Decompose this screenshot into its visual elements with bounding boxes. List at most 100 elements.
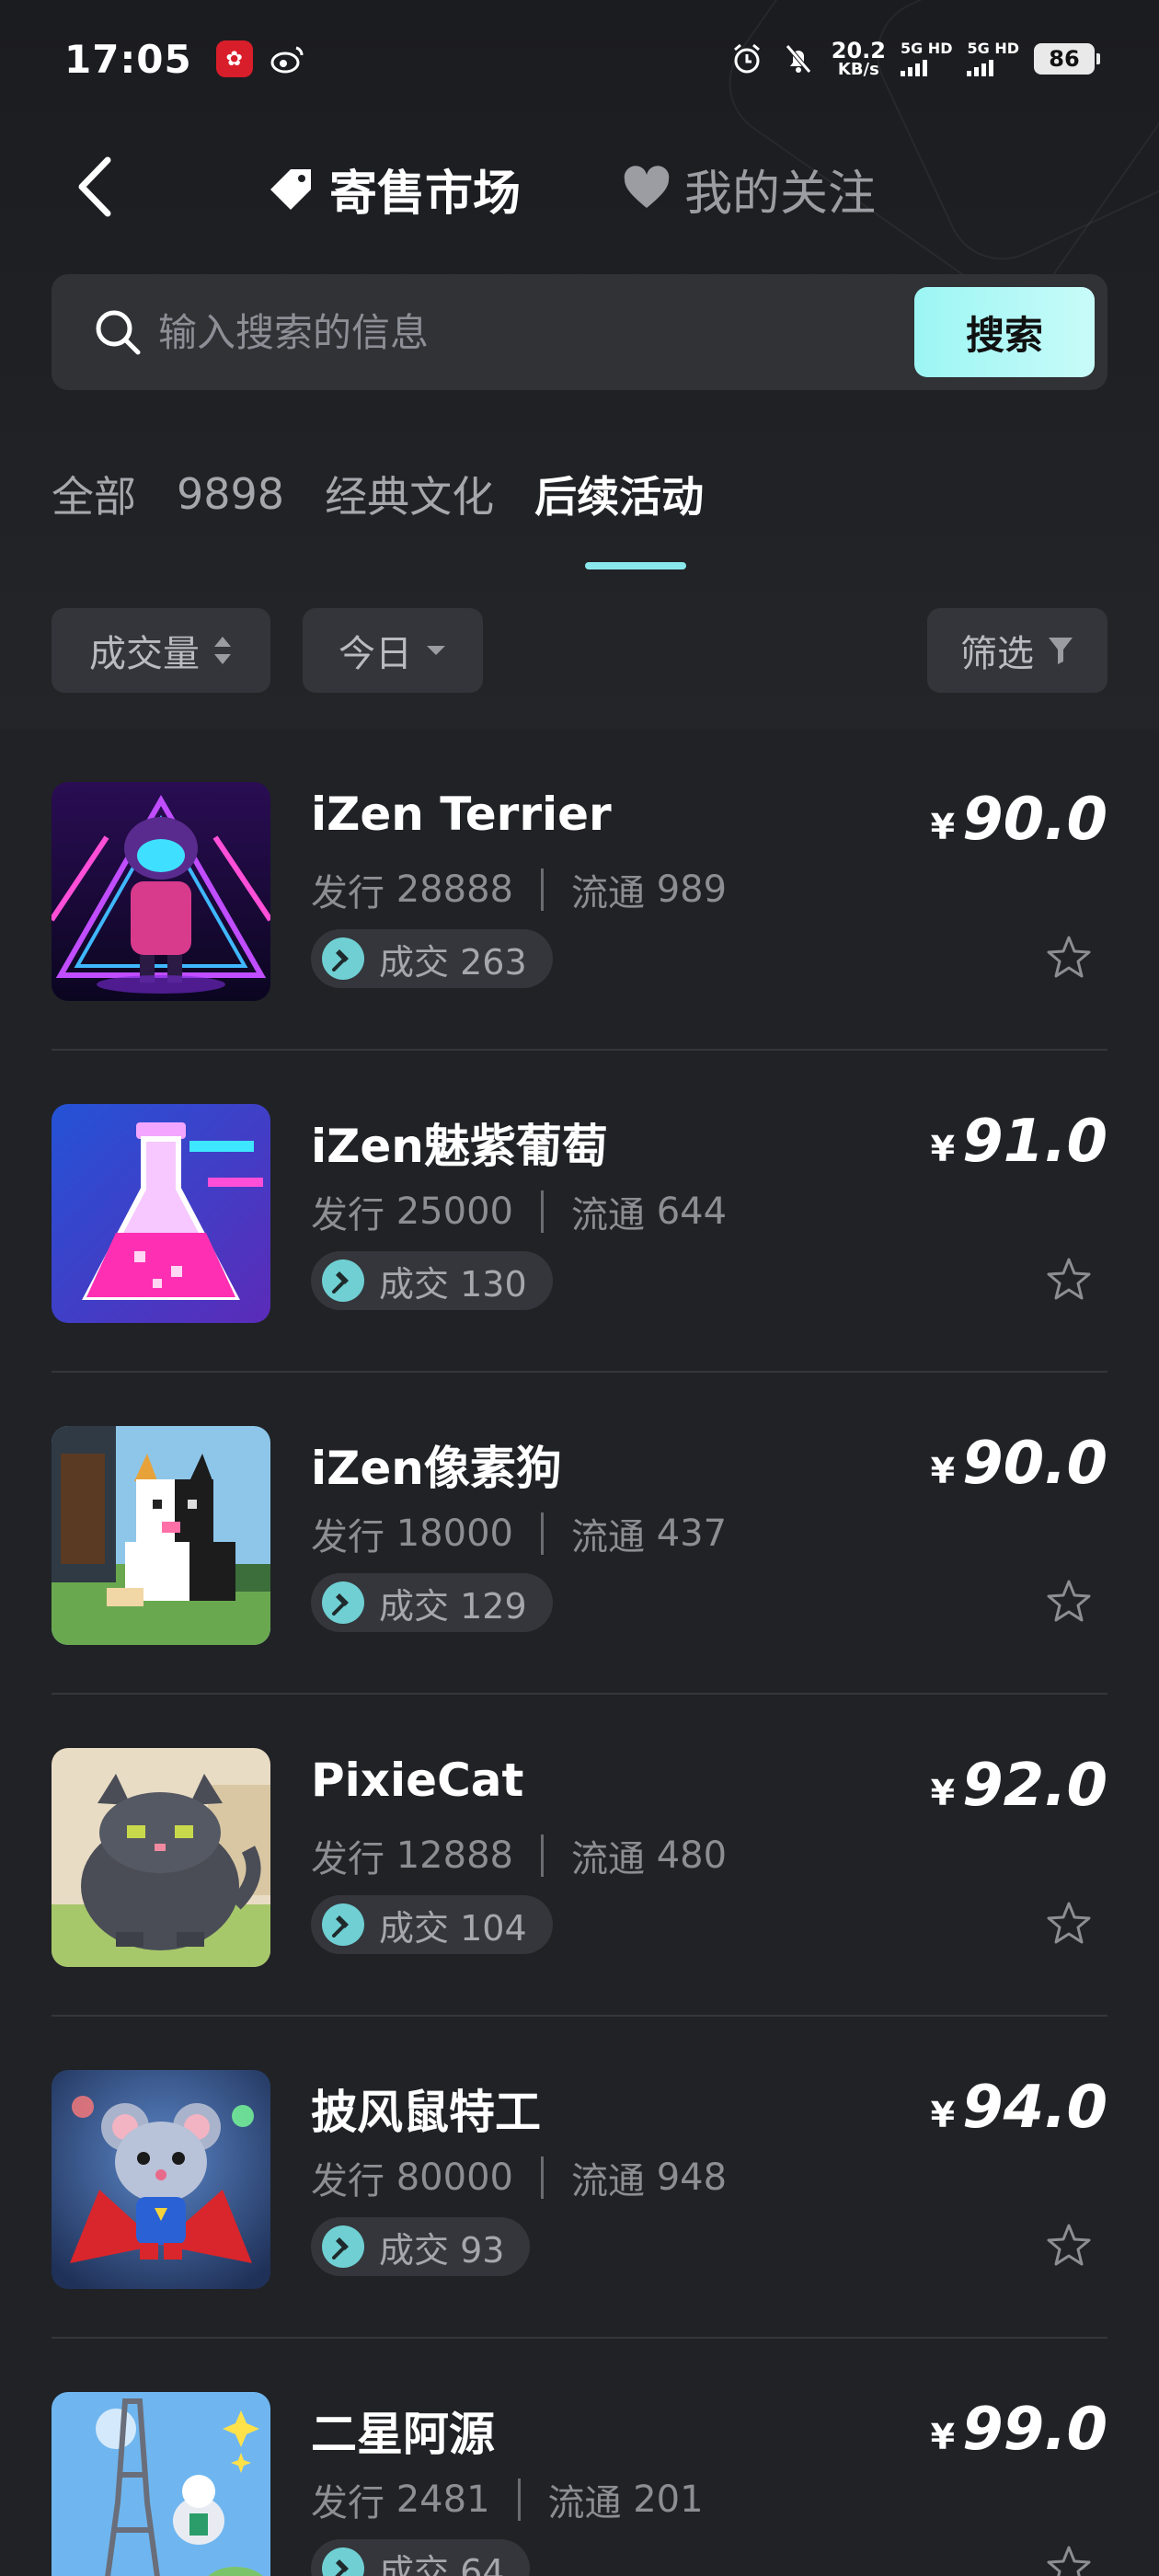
price-value: 90.0 — [962, 1430, 1107, 1498]
circulation-value: 437 — [656, 1512, 728, 1555]
net-speed-unit: KB/s — [837, 60, 879, 79]
tab-market[interactable]: 寄售市场 — [267, 155, 521, 223]
period-label: 今日 — [339, 633, 412, 675]
list-item[interactable]: PixieCat 发行 12888 流通 480 成交 104 ¥ 92.0 — [0, 1695, 1159, 2017]
issue-label: 发行 — [311, 872, 384, 914]
star-icon — [1047, 1580, 1091, 1622]
item-name: iZen像素狗 — [311, 1442, 562, 1495]
item-meta: 发行 18000 流通 437 — [311, 1507, 727, 1560]
tab-follow-up-events[interactable]: 后续活动 — [534, 464, 704, 524]
signal-bars-icon — [967, 60, 994, 76]
list-item[interactable]: 披风鼠特工 发行 80000 流通 948 成交 93 ¥ 94.0 — [0, 2017, 1159, 2339]
item-price: ¥ 91.0 — [931, 1108, 1107, 1176]
favorite-star-button[interactable] — [1041, 2539, 1096, 2576]
circulation-value: 989 — [656, 868, 728, 911]
circulation-value: 201 — [633, 2478, 704, 2521]
deals-value: 64 — [460, 2551, 505, 2576]
net-speed-value: 20.2 — [831, 38, 886, 63]
deals-label: 成交 — [379, 2551, 450, 2576]
search-button[interactable]: 搜索 — [914, 287, 1095, 377]
item-price: ¥ 92.0 — [931, 1752, 1107, 1820]
item-price: ¥ 99.0 — [931, 2396, 1107, 2464]
sort-arrows-icon — [214, 637, 231, 664]
chevron-left-icon — [78, 156, 111, 217]
circulation-label: 流通 — [570, 2160, 645, 2202]
search-icon — [92, 306, 143, 358]
deals-label: 成交 — [379, 2229, 450, 2271]
period-dropdown[interactable]: 今日 — [303, 608, 483, 693]
list-item[interactable]: 二星阿源 发行 2481 流通 201 成交 64 ¥ 99.0 — [0, 2339, 1159, 2576]
sim2-label: 5G HD — [967, 40, 1019, 57]
currency-symbol: ¥ — [930, 2417, 956, 2457]
nav-bar: 寄售市场 我的关注 — [0, 138, 1159, 239]
signal-sim2: 5G HD — [967, 41, 1019, 76]
price-value: 99.0 — [962, 2396, 1107, 2464]
tab-classic-culture[interactable]: 经典文化 — [325, 464, 494, 524]
product-list: iZen Terrier 发行 28888 流通 989 成交 263 ¥ 90… — [0, 729, 1159, 2576]
tab-9898[interactable]: 9898 — [177, 469, 284, 519]
issue-label: 发行 — [311, 1838, 384, 1880]
item-meta: 发行 80000 流通 948 — [311, 2151, 727, 2204]
header-area: 17:05 ✿ 20.2 KB/s 5G HD 5G HD 86 寄售市场 我的… — [0, 0, 1159, 729]
meta-divider — [540, 868, 544, 911]
favorite-star-button[interactable] — [1041, 1895, 1096, 1950]
issue-value: 25000 — [396, 1190, 513, 1233]
favorite-star-button[interactable] — [1041, 1573, 1096, 1628]
tab-all[interactable]: 全部 — [52, 464, 136, 524]
list-item[interactable]: iZen像素狗 发行 18000 流通 437 成交 129 ¥ 90.0 — [0, 1373, 1159, 1695]
deal-count-badge: 成交 64 — [311, 2539, 531, 2576]
item-price: ¥ 90.0 — [931, 1430, 1107, 1498]
list-item[interactable]: iZen魅紫葡萄 发行 25000 流通 644 成交 130 ¥ 91.0 — [0, 1051, 1159, 1373]
issue-label: 发行 — [311, 2160, 384, 2202]
favorite-star-button[interactable] — [1041, 1251, 1096, 1306]
deals-value: 93 — [460, 2229, 505, 2271]
item-meta: 发行 12888 流通 480 — [311, 1829, 727, 1882]
star-icon — [1047, 2224, 1091, 2266]
deals-label: 成交 — [379, 1263, 450, 1305]
circulation-value: 480 — [656, 1834, 728, 1877]
search-input[interactable] — [158, 295, 914, 369]
hammer-icon — [322, 2225, 364, 2268]
price-value: 94.0 — [962, 2074, 1107, 2142]
item-name: PixieCat — [311, 1754, 524, 1807]
back-button[interactable] — [63, 155, 127, 219]
hammer-icon — [322, 1903, 364, 1946]
alarm-icon — [729, 40, 765, 77]
deal-count-badge: 成交 129 — [311, 1573, 553, 1632]
deal-count-badge: 成交 130 — [311, 1251, 553, 1310]
item-thumbnail — [52, 1748, 270, 1967]
tab-follow-label: 我的关注 — [684, 166, 877, 222]
tag-icon — [270, 169, 311, 210]
favorite-star-button[interactable] — [1041, 929, 1096, 984]
issue-label: 发行 — [311, 1516, 384, 1558]
mute-bell-icon — [780, 40, 817, 77]
item-name: 披风鼠特工 — [311, 2086, 541, 2139]
active-tab-indicator — [585, 562, 686, 569]
item-name: 二星阿源 — [311, 2408, 495, 2461]
circulation-label: 流通 — [570, 872, 645, 914]
item-name: iZen魅紫葡萄 — [311, 1120, 608, 1173]
sim1-label: 5G HD — [900, 40, 953, 57]
item-thumbnail — [52, 2392, 270, 2576]
sort-by-sales-button[interactable]: 成交量 — [52, 608, 270, 693]
filter-button[interactable]: 筛选 — [927, 608, 1107, 693]
currency-symbol: ¥ — [930, 1773, 956, 1813]
tab-market-label: 寄售市场 — [329, 166, 522, 222]
star-icon — [1047, 1258, 1091, 1300]
currency-symbol: ¥ — [930, 2095, 956, 2135]
deal-count-badge: 成交 104 — [311, 1895, 553, 1954]
issue-value: 18000 — [396, 1512, 513, 1555]
list-item[interactable]: iZen Terrier 发行 28888 流通 989 成交 263 ¥ 90… — [0, 729, 1159, 1051]
issue-value: 2481 — [396, 2478, 490, 2521]
star-icon — [1047, 1902, 1091, 1944]
circulation-label: 流通 — [547, 2482, 622, 2524]
hammer-icon — [322, 937, 364, 980]
favorite-star-button[interactable] — [1041, 2217, 1096, 2272]
weibo-icon — [270, 40, 306, 77]
tab-follow[interactable]: 我的关注 — [622, 155, 876, 223]
hammer-icon — [322, 1259, 364, 1302]
price-value: 92.0 — [962, 1752, 1107, 1820]
signal-sim1: 5G HD — [900, 40, 953, 76]
meta-divider — [540, 1834, 544, 1877]
network-speed: 20.2 KB/s — [832, 40, 886, 78]
